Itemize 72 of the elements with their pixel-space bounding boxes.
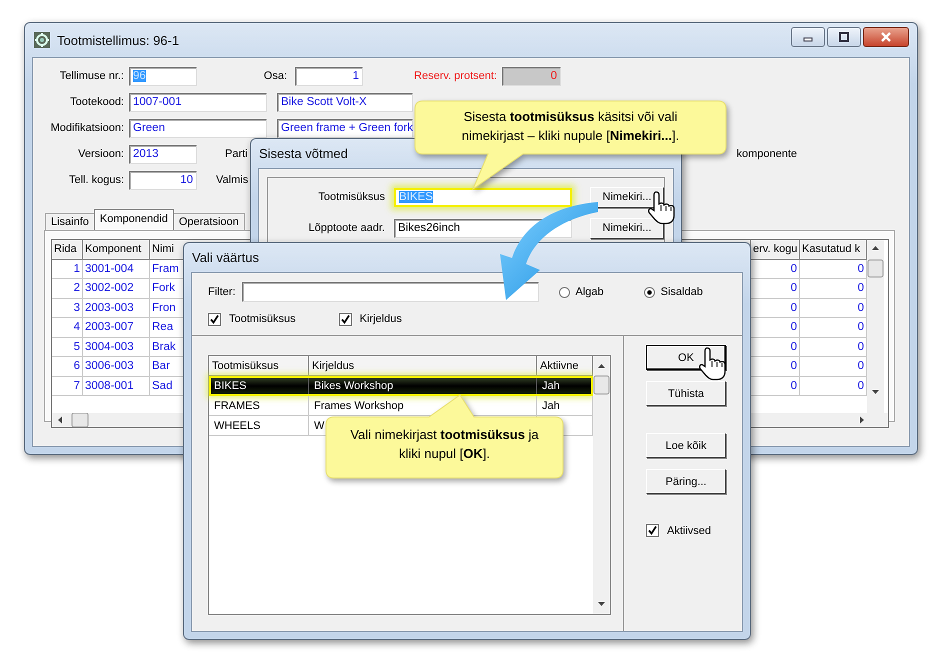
vertical-scrollbar[interactable] [593, 356, 610, 614]
column-header[interactable]: Rida [52, 240, 83, 260]
minimize-button[interactable] [791, 27, 825, 47]
radio-label: Algab [576, 286, 604, 298]
dialog-title: Vali väärtus [192, 250, 259, 265]
maximize-icon [838, 32, 850, 42]
tab[interactable]: Komponendid [94, 209, 174, 230]
radio-button[interactable] [558, 286, 570, 298]
table-cell: 6 [52, 357, 83, 376]
filter-field[interactable] [242, 282, 538, 302]
dialog-button[interactable]: Päring... [646, 469, 726, 494]
dialog-title: Sisesta võtmed [259, 146, 348, 161]
table-cell: 3001-004 [83, 260, 150, 279]
table-cell: 3008-001 [83, 376, 150, 396]
window-title: Tootmistellimus: 96-1 [57, 32, 180, 48]
table-cell: BIKES [209, 376, 309, 396]
input-field[interactable]: 1007-001 [129, 92, 267, 112]
list-row[interactable]: BIKES Bikes Workshop Jah [209, 376, 593, 396]
column-header[interactable]: erv. kogu [751, 240, 800, 260]
field-label: Versioon: [77, 148, 124, 160]
field-label: Tellimuse nr.: [58, 70, 124, 82]
table-cell: 2003-007 [83, 318, 150, 338]
radio-button[interactable] [644, 286, 655, 298]
field-label: Osa: [262, 70, 287, 82]
table-cell: 3 [52, 298, 83, 318]
column-header[interactable]: Tootmisüksus [209, 356, 309, 376]
field-label: Valmis [216, 174, 248, 186]
tab[interactable]: Operatsioon [172, 213, 245, 230]
input-field[interactable]: Green [129, 118, 267, 138]
field-label: Lõpptoote aadr. [308, 222, 385, 234]
maximize-button[interactable] [827, 27, 861, 47]
column-header[interactable]: Kasutatud k [800, 240, 867, 260]
column-header[interactable]: Kirjeldus [309, 356, 537, 376]
radio-label: Sisaldab [660, 286, 703, 298]
field-label: Parti [225, 148, 248, 160]
field-label: Filter: [208, 286, 236, 298]
app-icon [33, 31, 51, 49]
close-button[interactable] [863, 27, 909, 47]
field-label: Tell. kogus: [68, 174, 124, 186]
table-cell: 3006-003 [83, 357, 150, 376]
table-cell: 3004-003 [83, 338, 150, 357]
note-text: komponente [736, 148, 797, 160]
table-cell: 2003-003 [83, 298, 150, 318]
input-field[interactable]: 2013 [129, 144, 197, 164]
field-label: Modifikatsioon: [50, 122, 124, 134]
close-icon [879, 32, 893, 42]
checkbox[interactable] [646, 524, 659, 537]
table-cell: WHEELS [209, 416, 309, 436]
callout-text: Sisesta tootmisüksus käsitsi või vali nimekirjast – kliki nupule [Nimekiri...]. [460, 108, 680, 145]
checkbox[interactable] [208, 312, 221, 326]
table-cell: 3002-002 [83, 279, 150, 298]
table-cell: 5 [52, 338, 83, 357]
table-cell: 7 [52, 376, 83, 396]
tab[interactable]: Lisainfo [45, 213, 95, 230]
table-cell: 1 [52, 260, 83, 279]
checkbox[interactable] [338, 312, 352, 326]
input-field[interactable]: 10 [129, 170, 197, 190]
input-field[interactable]: Green frame + Green fork [277, 118, 413, 138]
field-label: Reserv. protsent: [413, 70, 497, 82]
input-field[interactable]: 1 [295, 66, 363, 86]
column-header[interactable]: Komponent [83, 240, 150, 260]
vertical-scrollbar[interactable] [867, 240, 884, 413]
table-cell: FRAMES [209, 396, 309, 416]
input-field[interactable]: Bike Scott Volt-X [277, 92, 413, 112]
field-label: Tootmisüksus [317, 191, 385, 203]
dialog-button[interactable]: Loe kõik [646, 433, 726, 458]
checkbox-label: Aktiivsed [667, 524, 712, 536]
column-header[interactable]: Aktiivne [537, 356, 593, 376]
table-cell: 2 [52, 279, 83, 298]
field-label: Tootekood: [69, 96, 124, 108]
table-cell: 4 [52, 318, 83, 338]
dialog-button[interactable]: Tühista [646, 381, 726, 406]
